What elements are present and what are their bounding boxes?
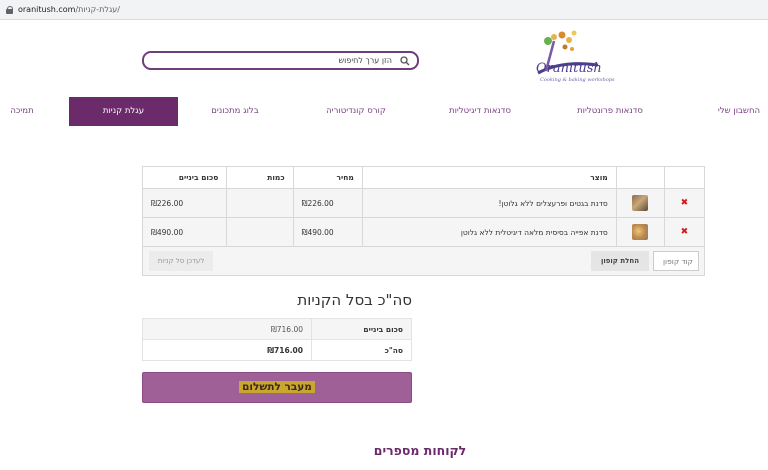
header-quantity: כמות [226,166,294,189]
product-thumbnail[interactable] [632,195,649,211]
product-subtotal: ₪226.00 [141,188,228,218]
product-name[interactable]: סדנת בגטים ופרעצלים ללא גלוטן! [361,188,617,218]
nav-item-my-account[interactable]: החשבון שלי [710,97,768,126]
table-row: ✖ סדנת אפייה בסיסית מלאה דיגיטלית ללא גל… [141,217,706,247]
header-price: מחיר [292,166,363,189]
nav-item-pastry-course[interactable]: קורס קונדיטוריה [318,97,394,126]
remove-item-icon[interactable]: ✖ [681,227,689,237]
logo-name: Oranitush [536,61,602,76]
proceed-to-checkout-button[interactable]: מעבר לתשלום [142,372,412,403]
product-thumbnail[interactable] [632,224,649,240]
address-bar[interactable]: oranitush.com/עגלת-קניות/ [0,0,768,20]
testimonials-heading: לקוחות מספרים [373,443,467,458]
product-price: ₪490.00 [292,217,363,247]
product-name[interactable]: סדנת אפייה בסיסית מלאה דיגיטלית ללא גלוט… [361,217,617,247]
checkout-label: מעבר לתשלום [239,381,315,393]
nav-item-cart[interactable]: עגלת קניות [69,97,178,126]
product-quantity[interactable] [226,188,294,218]
header-product: מוצר [361,166,617,189]
header-subtotal: סכום ביניים [141,166,228,189]
subtotal-row: סכום ביניים ₪716.00 [142,318,412,340]
main-nav: החשבון שלי סדנאות פרונטליות סדנאות דיגיט… [0,97,768,126]
remove-item-icon[interactable]: ✖ [681,198,689,208]
total-value: ₪716.00 [142,339,312,361]
logo-tagline: Cooking & baking workshops [540,77,615,83]
nav-item-digital-workshops[interactable]: סדנאות דיגיטליות [440,97,520,126]
cart-actions-row: החלת קופון לעדכן סל קניות [142,246,705,276]
search-input[interactable] [152,54,392,67]
lock-icon [6,5,13,14]
product-price: ₪226.00 [292,188,363,218]
url-host: oranitush.com [18,5,76,14]
cart-totals-table: סכום ביניים ₪716.00 סה"כ ₪716.00 [142,318,412,361]
nav-item-recipe-blog[interactable]: בלוג מתכונים [200,97,270,126]
cart-totals-title: סה"כ בסל הקניות [297,291,412,309]
cart-table: מוצר מחיר כמות סכום ביניים ✖ סדנת בגטים … [141,166,706,276]
total-label: סה"כ [311,339,412,361]
product-quantity[interactable] [226,217,294,247]
table-row: ✖ סדנת בגטים ופרעצלים ללא גלוטן! ₪226.00… [141,188,706,218]
subtotal-value: ₪716.00 [142,318,312,340]
subtotal-label: סכום ביניים [311,318,412,340]
apply-coupon-button[interactable]: החלת קופון [591,251,649,271]
nav-item-support[interactable]: תמיכה [0,97,44,126]
url-path: /עגלת-קניות/ [75,5,120,14]
nav-item-frontal-workshops[interactable]: סדנאות פרונטליות [570,97,650,126]
product-subtotal: ₪490.00 [141,217,228,247]
cart-header-row: מוצר מחיר כמות סכום ביניים [141,166,706,189]
coupon-code-input[interactable] [653,251,699,271]
total-row: סה"כ ₪716.00 [142,339,412,361]
search-icon[interactable] [400,56,410,66]
search-box [142,51,419,70]
update-cart-button[interactable]: לעדכן סל קניות [149,251,213,271]
